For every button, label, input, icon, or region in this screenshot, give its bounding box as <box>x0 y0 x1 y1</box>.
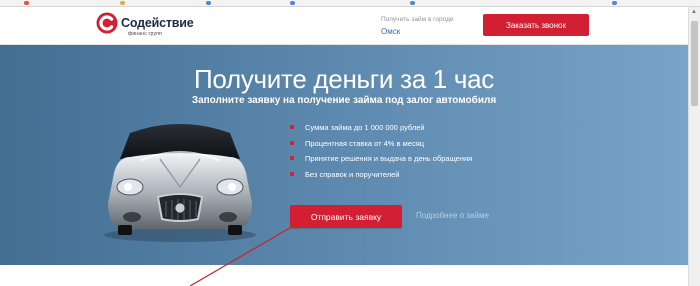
list-item: Принятие решения и выдача в день обращен… <box>290 154 472 170</box>
order-call-button[interactable]: Заказать звонок <box>483 14 589 36</box>
bookmark-icon[interactable] <box>24 1 29 5</box>
submit-application-button[interactable]: Отправить заявку <box>290 205 402 228</box>
site-header: Содействие финанс групп Получить займ в … <box>0 7 688 45</box>
city-label: Получить займ в городе <box>381 16 454 23</box>
car-image <box>104 124 256 242</box>
list-item: Без справок и поручителей <box>290 170 472 186</box>
hero-section: Получите деньги за 1 час Заполните заявк… <box>0 45 688 265</box>
list-item: Сумма займа до 1 000 000 рублей <box>290 123 472 139</box>
feature-text: Без справок и поручителей <box>305 169 400 179</box>
features-list: Сумма займа до 1 000 000 рублей Процентн… <box>290 123 472 185</box>
hero-title: Получите деньги за 1 час <box>194 64 494 94</box>
red-square-bullet-icon <box>290 125 294 129</box>
feature-text: Процентная ставка от 4% в месяц <box>305 138 425 148</box>
hero-subtitle: Заполните заявку на получение займа под … <box>191 95 497 106</box>
brand-name: Содействие <box>121 16 194 30</box>
red-square-bullet-icon <box>290 140 294 145</box>
bookmark-icon[interactable] <box>206 1 211 5</box>
vertical-scrollbar[interactable]: ▲ <box>688 7 700 286</box>
red-square-bullet-icon <box>290 156 294 160</box>
red-square-bullet-icon <box>290 171 294 176</box>
city-selector-link[interactable]: Омск <box>381 27 400 36</box>
bookmark-icon[interactable] <box>290 1 295 5</box>
loan-details-link[interactable]: Подробнее о займе <box>416 211 489 220</box>
brand-c-logo-icon <box>96 12 118 34</box>
page: Содействие финанс групп Получить займ в … <box>0 0 700 286</box>
feature-text: Сумма займа до 1 000 000 рублей <box>305 123 425 132</box>
scroll-up-icon[interactable]: ▲ <box>691 9 697 15</box>
bookmark-icon[interactable] <box>410 1 415 5</box>
scrollbar-thumb[interactable] <box>691 21 698 106</box>
browser-bookmarks-strip <box>0 0 700 7</box>
feature-text: Принятие решения и выдача в день обращен… <box>305 154 473 163</box>
bookmark-icon[interactable] <box>612 1 617 5</box>
brand-tagline: финанс групп <box>128 31 162 37</box>
brand-logo[interactable]: Содействие финанс групп <box>96 12 206 40</box>
list-item: Процентная ставка от 4% в месяц <box>290 139 472 155</box>
bookmark-icon[interactable] <box>120 1 125 5</box>
